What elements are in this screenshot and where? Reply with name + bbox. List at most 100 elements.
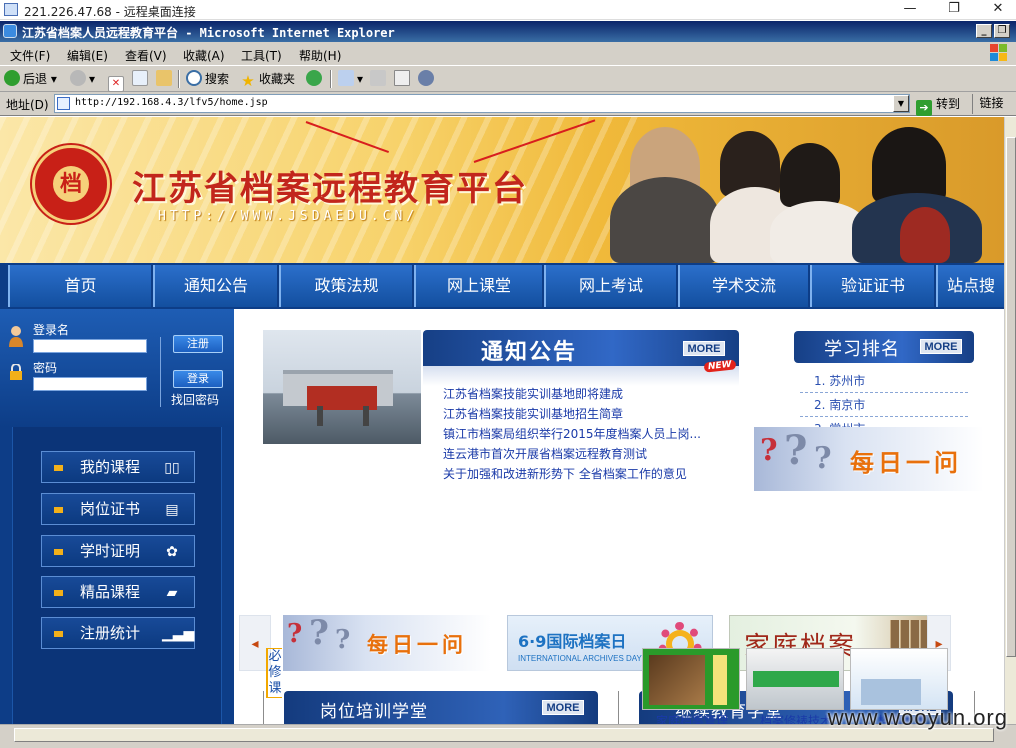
print-button[interactable] bbox=[370, 70, 389, 88]
minimize-button[interactable]: — bbox=[888, 0, 932, 20]
nav-policies[interactable]: 政策法规 bbox=[279, 265, 412, 307]
login-button[interactable]: 登录 bbox=[173, 370, 223, 388]
refresh-icon bbox=[132, 70, 148, 86]
browser-minimize-button[interactable]: _ bbox=[976, 24, 992, 38]
course-thumbnail[interactable] bbox=[746, 648, 844, 710]
nav-notices[interactable]: 通知公告 bbox=[153, 265, 277, 307]
side-study-hours-button[interactable]: 学时证明 ✿ bbox=[41, 535, 195, 567]
search-button[interactable]: 搜索 bbox=[186, 70, 229, 88]
stop-button[interactable]: ✕ bbox=[108, 70, 127, 92]
links-button[interactable]: 链接 bbox=[972, 94, 1010, 114]
training-more-button[interactable]: MORE bbox=[542, 700, 584, 715]
forgot-password-link[interactable]: 找回密码 bbox=[171, 391, 219, 408]
site-url: HTTP://WWW.JSDAEDU.CN/ bbox=[158, 209, 419, 224]
side-quality-courses-button[interactable]: 精品课程 ▰ bbox=[41, 576, 195, 608]
menu-edit[interactable]: 编辑(E) bbox=[67, 47, 108, 64]
course-thumbnail[interactable] bbox=[850, 648, 948, 710]
menu-help[interactable]: 帮助(H) bbox=[299, 47, 341, 64]
back-button[interactable]: 后退 ▾ bbox=[4, 70, 57, 88]
nav-academic[interactable]: 学术交流 bbox=[678, 265, 808, 307]
notices-more-button[interactable]: MORE bbox=[683, 341, 725, 356]
ranking-header: 学习排名 MORE bbox=[794, 331, 974, 363]
banner-people-image bbox=[600, 117, 1004, 263]
search-label: 搜索 bbox=[205, 72, 230, 86]
question-mark-icon: ? bbox=[784, 427, 808, 474]
messenger-button[interactable] bbox=[418, 70, 437, 88]
slider-daily-question[interactable]: ? ? ? 每日一问 bbox=[283, 615, 491, 671]
award-icon: ✿ bbox=[166, 544, 178, 560]
home-button[interactable] bbox=[156, 70, 175, 88]
media-button[interactable] bbox=[306, 70, 325, 88]
username-label: 登录名 bbox=[33, 323, 70, 337]
user-icon bbox=[9, 326, 23, 347]
ranking-item[interactable]: 1. 苏州市 bbox=[800, 369, 968, 393]
edit-button[interactable] bbox=[394, 70, 413, 88]
ranking-title: 学习排名 bbox=[824, 339, 900, 360]
username-input[interactable] bbox=[33, 339, 147, 353]
restore-button[interactable]: ❐ bbox=[932, 0, 976, 20]
course-caption[interactable]: 家庭档案管理 bbox=[640, 712, 744, 724]
print-icon bbox=[370, 70, 386, 86]
go-button[interactable]: ➔ 转到 bbox=[916, 95, 960, 116]
forward-button[interactable]: ▾ bbox=[70, 70, 95, 88]
notice-item[interactable]: 镇江市档案局组织举行2015年度档案人员上岗... bbox=[443, 425, 743, 445]
notice-item[interactable]: 江苏省档案技能实训基地招生简章 bbox=[443, 405, 743, 425]
address-url: http://192.168.4.3/lfv5/home.jsp bbox=[75, 97, 268, 108]
side-registration-stats-button[interactable]: 注册统计 ▁▃▅ bbox=[41, 617, 195, 649]
archives-day-subtitle: INTERNATIONAL ARCHIVES DAY bbox=[518, 654, 642, 663]
messenger-icon bbox=[418, 70, 434, 86]
address-dropdown-button[interactable]: ▼ bbox=[893, 95, 909, 112]
required-courses-tab[interactable]: 必修课 bbox=[266, 648, 282, 698]
watermark-text: www.wooyun.org bbox=[827, 705, 1008, 730]
question-mark-icon: ? bbox=[814, 441, 832, 476]
building-photo bbox=[263, 330, 421, 444]
notice-item[interactable]: 关于加强和改进新形势下 全省档案工作的意见 bbox=[443, 465, 743, 485]
vertical-scrollbar[interactable] bbox=[1004, 117, 1016, 724]
browser-title: 江苏省档案人员远程教育平台 - Microsoft Internet Explo… bbox=[22, 26, 395, 40]
side-position-cert-button[interactable]: 岗位证书 ▤ bbox=[41, 493, 195, 525]
vertical-scroll-thumb[interactable] bbox=[1006, 137, 1016, 657]
nav-site-search[interactable]: 站点搜 bbox=[936, 265, 1004, 307]
ranking-item[interactable]: 2. 南京市 bbox=[800, 393, 968, 417]
side-menu-label: 岗位证书 bbox=[80, 500, 141, 518]
nav-online-class[interactable]: 网上课堂 bbox=[414, 265, 542, 307]
course-thumbnail[interactable] bbox=[642, 648, 740, 710]
side-my-courses-button[interactable]: 我的课程 ▯▯ bbox=[41, 451, 195, 483]
edit-icon bbox=[394, 70, 410, 86]
main-nav: 首页 通知公告 政策法规 网上课堂 网上考试 学术交流 验证证书 站点搜 bbox=[0, 263, 1004, 309]
question-mark-icon: ? bbox=[335, 625, 351, 655]
nav-online-exam[interactable]: 网上考试 bbox=[544, 265, 676, 307]
back-arrow-icon bbox=[4, 70, 20, 86]
ranking-more-button[interactable]: MORE bbox=[920, 339, 962, 354]
address-input[interactable]: http://192.168.4.3/lfv5/home.jsp bbox=[54, 94, 910, 113]
nav-verify-cert[interactable]: 验证证书 bbox=[810, 265, 934, 307]
menu-file[interactable]: 文件(F) bbox=[10, 47, 50, 64]
question-mark-icon: ? bbox=[287, 619, 303, 649]
favorites-button[interactable]: ★ 收藏夹 bbox=[240, 70, 295, 90]
remote-desktop-title: 221.226.47.68 - 远程桌面连接 bbox=[24, 5, 196, 19]
seal-char: 档 bbox=[53, 166, 89, 202]
menu-favorites[interactable]: 收藏(A) bbox=[183, 47, 225, 64]
refresh-button[interactable] bbox=[132, 70, 151, 88]
notice-item[interactable]: 江苏省档案技能实训基地即将建成 bbox=[443, 385, 743, 405]
password-input[interactable] bbox=[33, 377, 147, 391]
daily-question-label: 每日一问 bbox=[850, 449, 962, 477]
page-icon bbox=[57, 97, 70, 110]
question-mark-icon: ? bbox=[309, 615, 329, 653]
menu-tools[interactable]: 工具(T) bbox=[241, 47, 282, 64]
browser-restore-button[interactable]: ❐ bbox=[994, 24, 1010, 38]
star-icon: ★ bbox=[241, 72, 255, 90]
menu-view[interactable]: 查看(V) bbox=[125, 47, 167, 64]
toolbar-separator bbox=[178, 70, 180, 88]
training-title: 岗位培训学堂 bbox=[320, 702, 428, 722]
site-title: 江苏省档案远程教育平台 bbox=[132, 169, 528, 209]
register-button[interactable]: 注册 bbox=[173, 335, 223, 353]
mail-button[interactable]: ▾ bbox=[338, 70, 363, 88]
address-bar: 地址(D) http://192.168.4.3/lfv5/home.jsp ▼… bbox=[0, 92, 1016, 116]
close-button[interactable]: ✕ bbox=[976, 0, 1016, 20]
daily-question-banner[interactable]: ? ? ? 每日一问 bbox=[754, 427, 984, 491]
side-menu-label: 学时证明 bbox=[80, 542, 141, 560]
nav-home[interactable]: 首页 bbox=[8, 265, 151, 307]
notice-item[interactable]: 连云港市首次开展省档案远程教育测试 bbox=[443, 445, 743, 465]
go-arrow-icon: ➔ bbox=[916, 100, 932, 116]
